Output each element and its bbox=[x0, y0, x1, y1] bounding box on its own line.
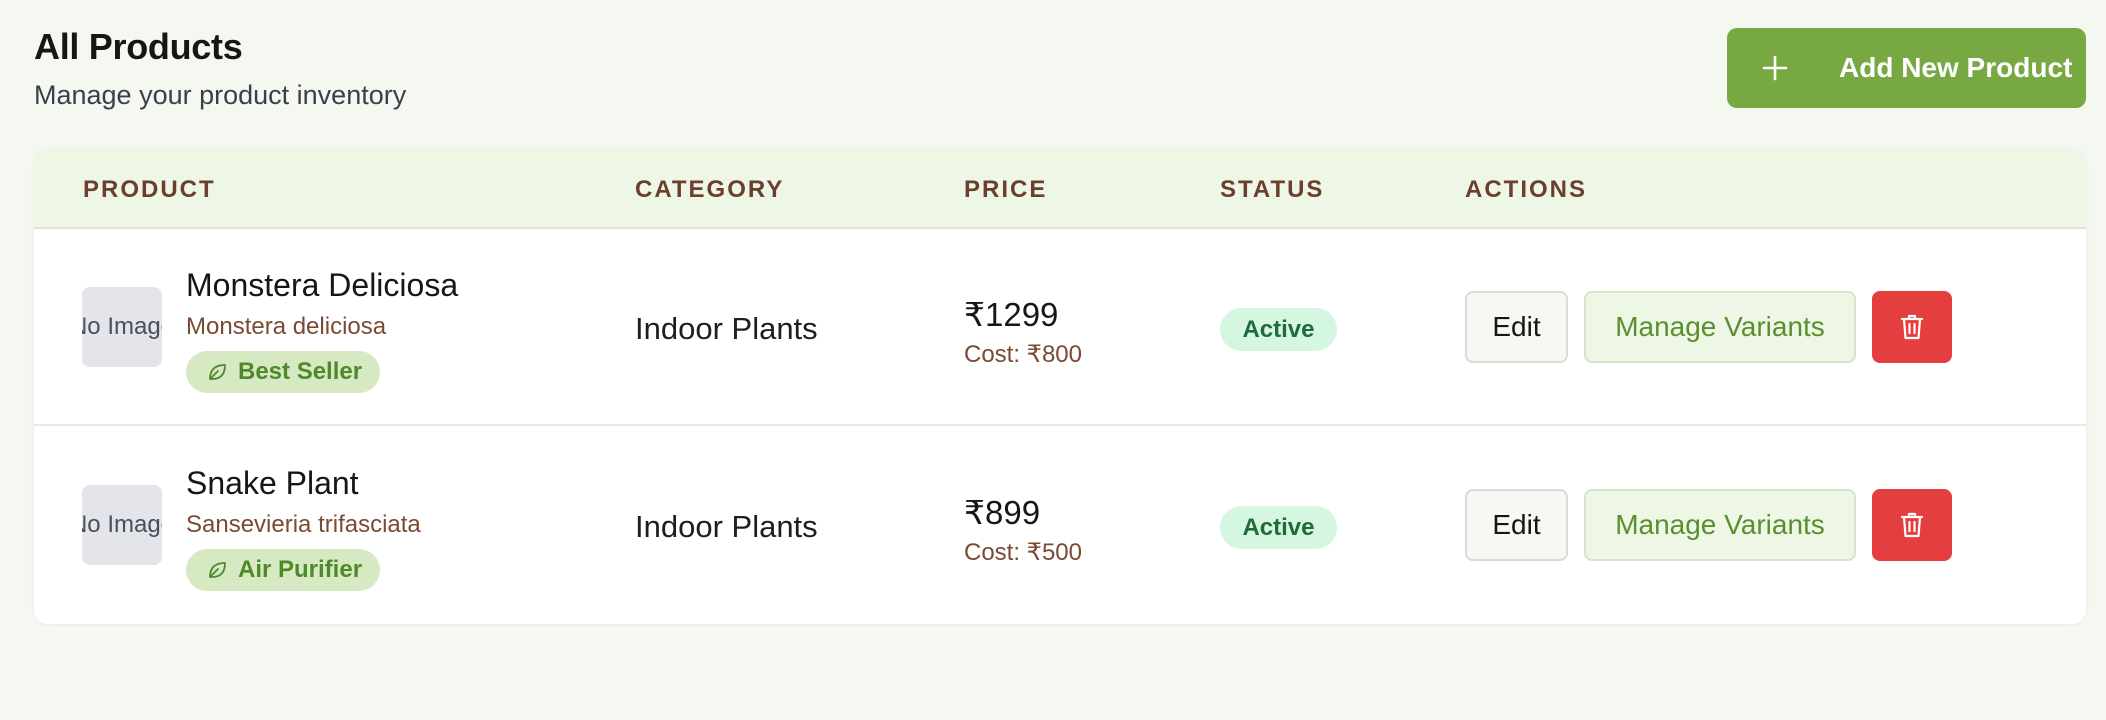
thumbnail-placeholder-text: No Image bbox=[82, 313, 162, 340]
table-header: PRODUCT CATEGORY PRICE STATUS ACTIONS bbox=[34, 148, 2086, 229]
product-name: Snake Plant bbox=[186, 465, 359, 501]
status-badge: Active bbox=[1220, 506, 1337, 549]
column-header-product: PRODUCT bbox=[83, 176, 216, 203]
product-tag: Best Seller bbox=[186, 351, 381, 393]
product-cost: Cost: ₹500 bbox=[964, 539, 1082, 566]
product-thumbnail: No Image bbox=[82, 287, 162, 367]
trash-icon bbox=[1900, 512, 1924, 538]
column-header-actions: ACTIONS bbox=[1465, 176, 1587, 203]
product-cost: Cost: ₹800 bbox=[964, 341, 1082, 368]
product-thumbnail: No Image bbox=[82, 485, 162, 565]
thumbnail-placeholder-text: No Image bbox=[82, 511, 162, 538]
trash-icon bbox=[1900, 314, 1924, 340]
product-name: Monstera Deliciosa bbox=[186, 267, 459, 303]
status-badge: Active bbox=[1220, 308, 1337, 351]
add-new-product-label: Add New Product bbox=[1839, 52, 2073, 83]
product-tag-label: Air Purifier bbox=[238, 556, 363, 583]
products-page: All Products Manage your product invento… bbox=[0, 0, 2106, 720]
plus-icon bbox=[1761, 54, 1789, 82]
manage-variants-button[interactable]: Manage Variants bbox=[1584, 489, 1856, 561]
page-subtitle: Manage your product inventory bbox=[34, 80, 407, 110]
product-price: ₹1299 bbox=[964, 296, 1059, 333]
manage-variants-button[interactable]: Manage Variants bbox=[1584, 291, 1856, 363]
table-row: No Image Monstera Deliciosa Monstera del… bbox=[34, 229, 2086, 426]
column-header-status: STATUS bbox=[1220, 176, 1325, 203]
leaf-icon bbox=[206, 559, 228, 581]
leaf-icon bbox=[206, 361, 228, 383]
page-title: All Products bbox=[34, 26, 243, 67]
table-row: No Image Snake Plant Sansevieria trifasc… bbox=[34, 427, 2086, 624]
product-category: Indoor Plants bbox=[635, 509, 818, 544]
product-price: ₹899 bbox=[964, 494, 1041, 531]
column-header-price: PRICE bbox=[964, 176, 1048, 203]
edit-button[interactable]: Edit bbox=[1465, 489, 1568, 561]
product-tag-label: Best Seller bbox=[238, 358, 363, 385]
column-header-category: CATEGORY bbox=[635, 176, 785, 203]
delete-button[interactable] bbox=[1872, 489, 1952, 561]
product-tag: Air Purifier bbox=[186, 549, 381, 591]
product-category: Indoor Plants bbox=[635, 311, 818, 346]
delete-button[interactable] bbox=[1872, 291, 1952, 363]
product-scientific-name: Sansevieria trifasciata bbox=[186, 511, 421, 538]
products-table: PRODUCT CATEGORY PRICE STATUS ACTIONS No… bbox=[34, 148, 2086, 624]
product-scientific-name: Monstera deliciosa bbox=[186, 313, 387, 340]
edit-button[interactable]: Edit bbox=[1465, 291, 1568, 363]
add-new-product-button[interactable]: Add New Product bbox=[1727, 28, 2086, 108]
